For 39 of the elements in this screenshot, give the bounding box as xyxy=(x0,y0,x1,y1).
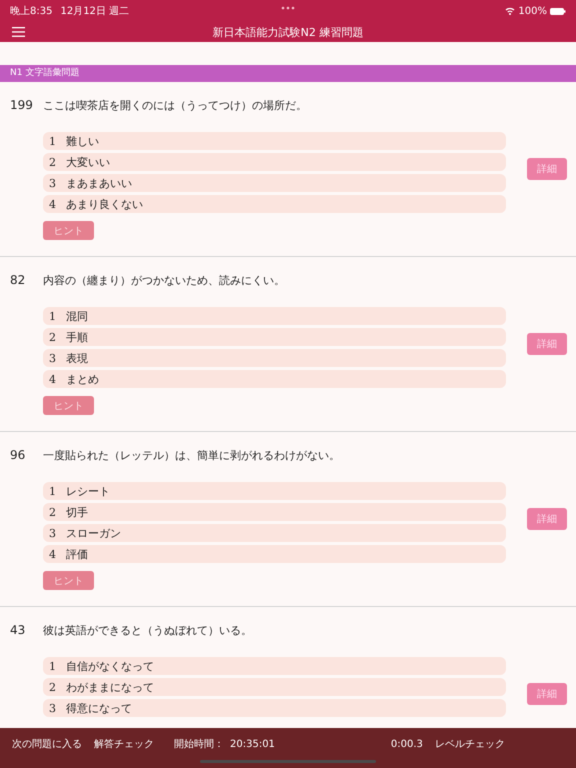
answer-option[interactable]: 4 まとめ xyxy=(43,370,506,388)
menu-icon xyxy=(12,27,25,37)
question-number: 96 xyxy=(10,448,26,462)
multitasking-dots-icon xyxy=(281,6,295,10)
question-number: 199 xyxy=(10,98,34,112)
question-number: 43 xyxy=(10,623,26,637)
battery-icon xyxy=(550,8,566,14)
start-time: 20:35:01 xyxy=(230,738,275,750)
answer-check-button[interactable]: 解答チェック xyxy=(94,737,154,751)
next-question-button[interactable]: 次の問題に入る xyxy=(12,737,82,751)
answer-option[interactable]: 4 評価 xyxy=(43,545,506,563)
answer-option[interactable]: 3 まあまあいい xyxy=(43,174,506,192)
answer-option[interactable]: 1 難しい xyxy=(43,132,506,150)
elapsed-time: 0:00.3 xyxy=(390,738,423,750)
answer-option[interactable]: 2 手順 xyxy=(43,328,506,346)
answer-option[interactable]: 1 レシート xyxy=(43,482,506,500)
question-text: 一度貼られた（レッテル）は、簡単に剥がれるわけがない。 xyxy=(43,448,340,462)
question-text: 内容の（纏まり）がつかないため、読みにくい。 xyxy=(43,272,285,288)
answer-option[interactable]: 3 得意になって xyxy=(43,699,506,717)
nav-title: 新日本語能力試験N2 練習問題 xyxy=(212,24,364,40)
section-header: N1 文字語彙問題 xyxy=(0,65,576,82)
question-text: ここは喫茶店を開くのには（うってつけ）の場所だ。 xyxy=(43,98,307,112)
answer-option[interactable]: 4 あまり良くない xyxy=(43,195,506,213)
question-text: 彼は英語ができると（うぬぼれて）いる。 xyxy=(43,622,252,638)
start-time-label: 開始時間： xyxy=(174,738,224,751)
menu-button[interactable] xyxy=(12,27,25,37)
answer-option[interactable]: 1 混同 xyxy=(43,307,506,325)
answer-option[interactable]: 2 大変いい xyxy=(43,153,506,171)
question-number: 82 xyxy=(10,273,26,287)
answer-option[interactable]: 2 切手 xyxy=(43,503,506,521)
status-time: 晚上8:35 xyxy=(10,4,52,18)
wifi-icon xyxy=(505,7,516,15)
answer-option[interactable]: 1 自信がなくなって xyxy=(43,657,506,675)
answer-option[interactable]: 3 表現 xyxy=(43,349,506,367)
battery-percent: 100% xyxy=(518,6,547,16)
answer-option[interactable]: 3 スローガン xyxy=(43,524,506,542)
status-date: 12月12日 週二 xyxy=(60,5,130,18)
level-check-button[interactable]: レベルチェック xyxy=(434,737,505,751)
answer-option[interactable]: 2 わがままになって xyxy=(43,678,506,696)
